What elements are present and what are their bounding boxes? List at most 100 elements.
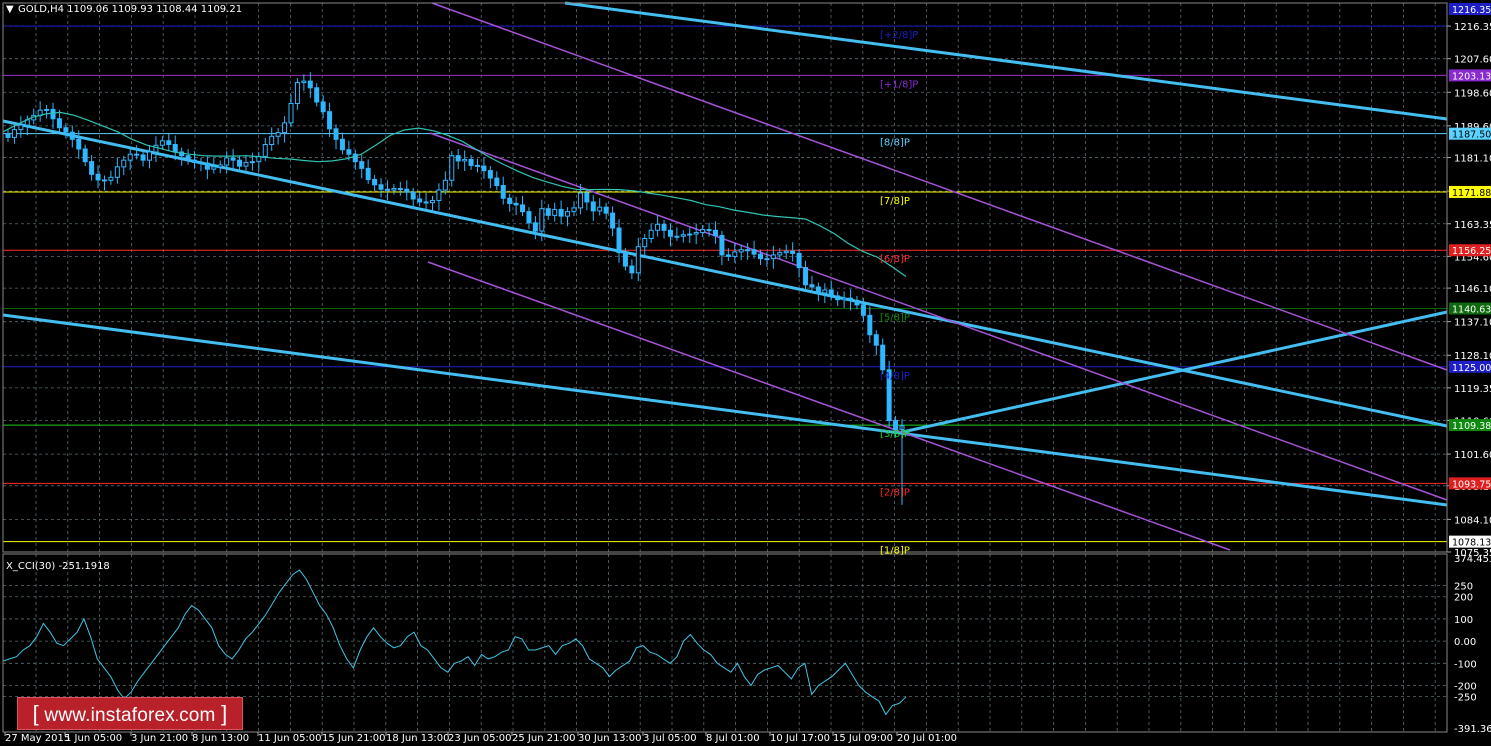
candle-body bbox=[577, 192, 583, 209]
candle-body bbox=[243, 161, 249, 167]
candle-body bbox=[867, 314, 873, 336]
y-tick-label: 1207.60 bbox=[1454, 55, 1491, 66]
x-tick-label: 30 Jun 13:00 bbox=[578, 733, 642, 744]
candle-body bbox=[462, 158, 468, 162]
candle-body bbox=[597, 206, 603, 212]
candle-body bbox=[635, 246, 641, 274]
candle-body bbox=[339, 138, 345, 151]
x-tick-label: 15 Jul 09:00 bbox=[833, 733, 893, 744]
candle-body bbox=[69, 131, 75, 140]
watermark-bracket-close: ] bbox=[221, 701, 228, 726]
price-box-label: 1140.63 bbox=[1452, 305, 1491, 316]
candle-body bbox=[56, 118, 62, 129]
candle-body bbox=[249, 161, 255, 164]
candle-body bbox=[333, 128, 339, 140]
cci-tick-label: 200 bbox=[1454, 593, 1473, 604]
candle-body bbox=[429, 199, 435, 204]
candle-body bbox=[475, 164, 481, 167]
murrey-levels bbox=[3, 25, 1447, 543]
candle-body bbox=[796, 252, 802, 269]
candle-body bbox=[172, 144, 178, 153]
current-price-label: 1216.35 bbox=[1452, 5, 1491, 16]
candle-body bbox=[82, 148, 88, 163]
candle-body bbox=[404, 188, 410, 193]
candle-body bbox=[262, 144, 268, 157]
candle-body bbox=[288, 102, 294, 124]
level-tag: [5/8]P bbox=[880, 313, 910, 324]
cci-tick-label: 374.4537 bbox=[1454, 554, 1491, 565]
candle-body bbox=[764, 258, 770, 261]
level-tag: [1/8]P bbox=[880, 546, 910, 557]
x-tick-label: 20 Jul 01:00 bbox=[897, 733, 957, 744]
candle-body bbox=[198, 161, 204, 164]
candle-body bbox=[809, 284, 815, 288]
cci-indicator bbox=[2, 569, 1447, 716]
candle-body bbox=[629, 265, 635, 274]
candle-body bbox=[166, 140, 172, 146]
candle-body bbox=[822, 289, 828, 294]
candle-body bbox=[725, 254, 731, 257]
candle-body bbox=[455, 155, 461, 162]
candle-body bbox=[378, 184, 384, 190]
candle-body bbox=[301, 80, 307, 84]
candle-body bbox=[5, 133, 11, 138]
candle-body bbox=[63, 127, 69, 133]
candle-body bbox=[738, 249, 744, 253]
candle-body bbox=[192, 159, 198, 163]
x-tick-label: 1 Jun 05:00 bbox=[65, 733, 122, 744]
x-tick-label: 10 Jul 17:00 bbox=[770, 733, 830, 744]
y-tick-label: 1101.60 bbox=[1454, 450, 1491, 461]
candle-body bbox=[114, 166, 120, 178]
y-tick-label: 1119.35 bbox=[1454, 384, 1491, 395]
candle-body bbox=[275, 132, 281, 137]
candle-body bbox=[108, 176, 114, 181]
level-tag: [+1/8]P bbox=[880, 79, 918, 90]
candle-body bbox=[11, 129, 17, 138]
candle-body bbox=[880, 344, 886, 371]
candle-body bbox=[436, 189, 442, 201]
price-box-label: 1156.25 bbox=[1452, 246, 1491, 257]
candle-body bbox=[204, 162, 210, 170]
candle-body bbox=[121, 159, 127, 168]
candle-body bbox=[590, 201, 596, 212]
x-tick-label: 27 May 2015 bbox=[5, 733, 70, 744]
candle-body bbox=[237, 159, 243, 167]
purple-channel-line bbox=[427, 261, 1231, 551]
candle-body bbox=[552, 208, 558, 216]
cci-tick-label: -100 bbox=[1454, 659, 1477, 670]
level-tag: [8/8]P bbox=[880, 138, 910, 149]
candle-body bbox=[146, 151, 152, 161]
candle-body bbox=[790, 250, 796, 254]
candle-body bbox=[423, 201, 429, 204]
dropdown-triangle-icon[interactable]: ▼ bbox=[6, 4, 14, 15]
candle-body bbox=[526, 211, 532, 224]
level-tag: [2/8]P bbox=[880, 487, 910, 498]
candle-body bbox=[217, 164, 223, 168]
purple-channel-line bbox=[431, 2, 1448, 371]
y-tick-label: 1216.35 bbox=[1454, 22, 1491, 33]
x-tick-label: 25 Jun 21:00 bbox=[512, 733, 576, 744]
x-tick-label: 8 Jul 01:00 bbox=[706, 733, 760, 744]
candle-body bbox=[700, 229, 706, 234]
candle-body bbox=[95, 173, 101, 181]
candle-body bbox=[687, 233, 693, 236]
candle-body bbox=[751, 249, 757, 255]
candle-body bbox=[584, 192, 590, 203]
candle-body bbox=[565, 211, 571, 217]
candle-body bbox=[642, 237, 648, 248]
candle-body bbox=[314, 87, 320, 103]
candle-body bbox=[487, 170, 493, 179]
candle-body bbox=[803, 267, 809, 286]
candle-body bbox=[680, 234, 686, 237]
candle-body bbox=[320, 101, 326, 113]
candle-body bbox=[449, 155, 455, 181]
candle-body bbox=[616, 227, 622, 254]
candle-body bbox=[539, 208, 545, 232]
candle-body bbox=[372, 179, 378, 186]
gold-h4-chart[interactable]: 1216.351207.601198.601189.601181.101172.… bbox=[0, 0, 1491, 746]
cci-tick-label: 250 bbox=[1454, 582, 1473, 593]
y-tick-label: 1198.60 bbox=[1454, 88, 1491, 99]
price-box-label: 1093.75 bbox=[1452, 479, 1491, 490]
x-tick-label: 23 Jun 05:00 bbox=[448, 733, 512, 744]
instaforex-watermark[interactable]: [ www.instaforex.com ] bbox=[17, 697, 243, 730]
